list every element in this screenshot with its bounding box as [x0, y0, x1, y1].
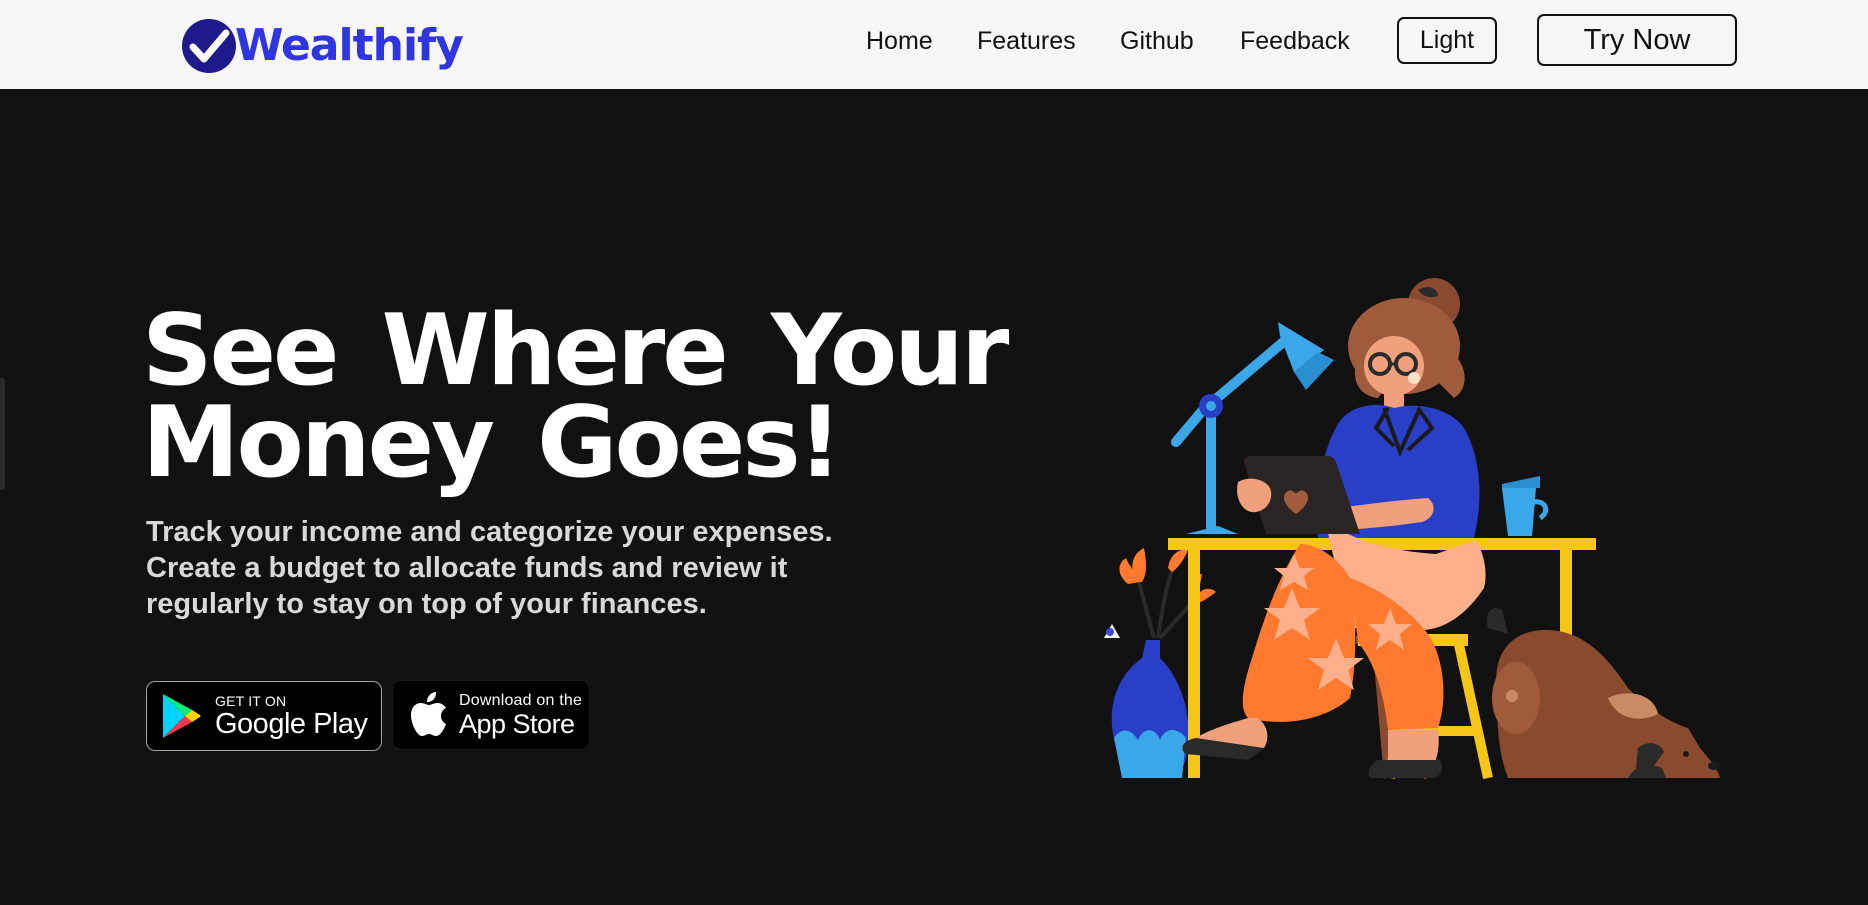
app-store-button[interactable]: Download on the App Store [392, 680, 590, 750]
theme-toggle-button[interactable]: Light [1397, 17, 1497, 64]
app-store-label: Download on the App Store [459, 692, 582, 739]
nav-link-github[interactable]: Github [1120, 24, 1194, 58]
hero-title-line-1: See Where Your [142, 294, 1009, 408]
google-play-small-text: GET IT ON [215, 692, 287, 709]
brand-logo[interactable]: Wealthify [181, 18, 464, 74]
brand-name: Wealthify [235, 20, 464, 71]
nav-link-feedback[interactable]: Feedback [1240, 24, 1350, 58]
hero-title: See Where Your Money Goes! [142, 294, 1009, 500]
navbar: Wealthify Home Features Github Feedback … [0, 0, 1868, 89]
dog [1486, 608, 1720, 778]
app-store-big-text: App Store [459, 708, 575, 739]
side-handle[interactable] [0, 378, 5, 490]
google-play-big-text: Google Play [215, 707, 368, 740]
google-play-label: GET IT ON Google Play [215, 693, 368, 740]
nav-link-home[interactable]: Home [866, 24, 933, 58]
checkmark-logo-icon [182, 19, 236, 73]
google-play-icon [163, 694, 201, 738]
hero-description: Track your income and categorize your ex… [146, 516, 833, 620]
hero-title-line-2: Money Goes! [142, 386, 842, 500]
google-play-button[interactable]: GET IT ON Google Play [146, 681, 382, 751]
try-now-button[interactable]: Try Now [1537, 14, 1737, 66]
nav-link-features[interactable]: Features [977, 24, 1076, 58]
app-store-small-text: Download on the [459, 691, 583, 709]
coffee-cup [1502, 476, 1549, 536]
apple-icon [411, 692, 446, 736]
hero-illustration [1104, 278, 1720, 780]
